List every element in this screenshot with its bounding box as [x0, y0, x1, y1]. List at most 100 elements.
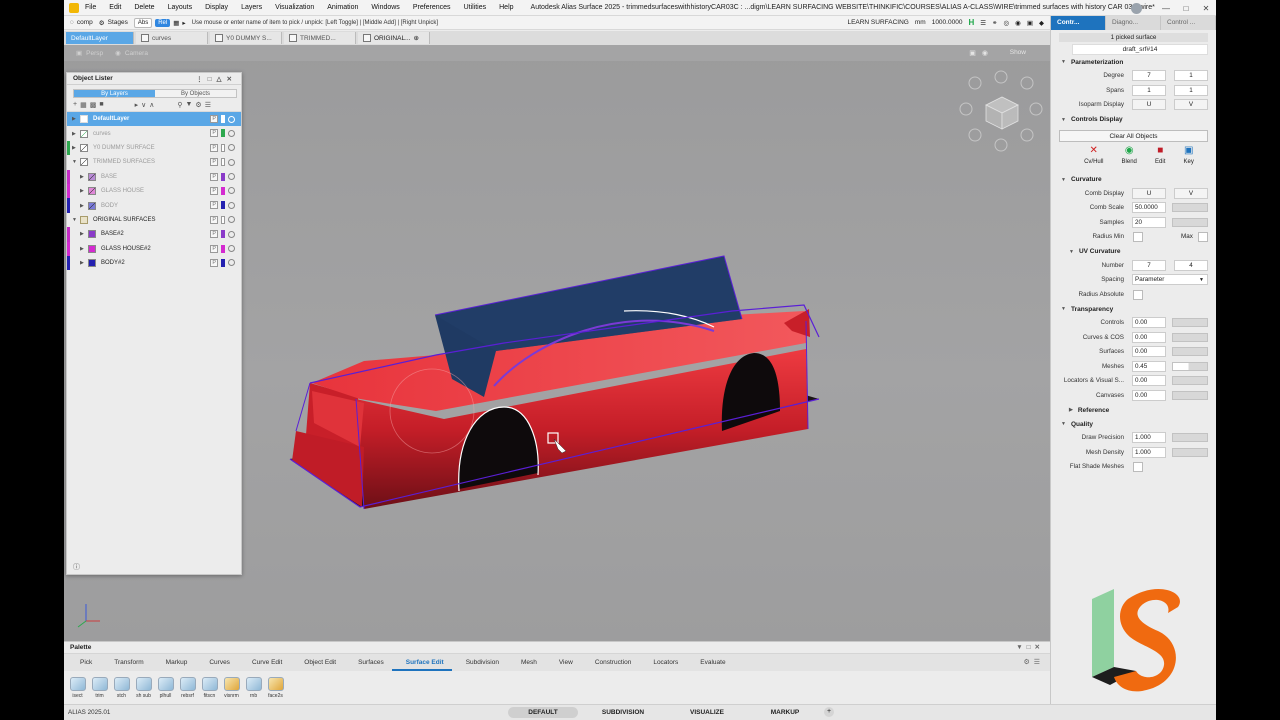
menu-layers[interactable]: Layers	[241, 4, 262, 11]
draw-precision-field[interactable]: 1.000	[1132, 432, 1166, 443]
comp-button[interactable]: ◌ comp	[70, 19, 93, 26]
menu-help[interactable]: Help	[499, 4, 513, 11]
new-folder-icon[interactable]: ▦	[80, 101, 87, 109]
filter-icon[interactable]: ▼	[185, 101, 192, 108]
search-icon[interactable]: ⚲	[177, 101, 182, 109]
grid-icon[interactable]: ▦	[173, 19, 179, 27]
layer-visibility-icon[interactable]	[228, 144, 235, 152]
tab-control-2[interactable]: Control ...	[1161, 16, 1216, 30]
tool-trim[interactable]: trim	[90, 677, 109, 699]
link-icon[interactable]: ⚭	[992, 19, 997, 27]
palette-tab-subdivision[interactable]: Subdivision	[452, 654, 507, 671]
layer-row-body-2[interactable]: ▶ BODY#2 P	[67, 255, 241, 271]
layer-row-original-surfaces[interactable]: ▼ ORIGINAL SURFACES P	[67, 213, 241, 227]
layer-tab-defaultlayer[interactable]: DefaultLayer	[66, 32, 134, 44]
layer-state-toggle[interactable]: P	[210, 244, 218, 253]
car-model[interactable]	[289, 255, 820, 510]
expand-arrow-icon[interactable]: ▶	[80, 260, 88, 266]
palette-tab-mesh[interactable]: Mesh	[507, 654, 545, 671]
meshes-field[interactable]: 0.45	[1132, 360, 1166, 372]
tab-control-panel[interactable]: Contr...	[1051, 16, 1106, 30]
expand-arrow-icon[interactable]: ▶	[80, 246, 88, 252]
layer-row-base-2[interactable]: ▶ BASE#2 P	[67, 227, 241, 242]
layer-visibility-icon[interactable]	[228, 259, 235, 267]
layer-row-defaultlayer[interactable]: ▶ DefaultLayer P	[67, 112, 241, 127]
section-parameterization[interactable]: ▼ Parameterization	[1051, 55, 1216, 69]
layer-state-toggle[interactable]: P	[210, 172, 218, 181]
locators-field[interactable]: 0.00	[1132, 375, 1166, 386]
controls-field[interactable]: 0.00	[1132, 317, 1166, 328]
perspective-viewport[interactable]: ▣ Persp ◉ Camera ▣◉ Show Object Lister ⋮…	[64, 45, 1050, 641]
tool-sh-sub[interactable]: sh sub	[134, 677, 153, 699]
layer-row-glass-house[interactable]: ▶ GLASS HOUSE P	[67, 183, 241, 199]
number-u-field[interactable]: 7	[1132, 259, 1166, 271]
prompt-line[interactable]: Use mouse or enter name of item to pick …	[192, 20, 438, 26]
rel-toggle[interactable]: Rel	[155, 18, 171, 27]
edit-button[interactable]: ■ Edit	[1155, 145, 1165, 173]
section-quality[interactable]: ▼ Quality	[1051, 417, 1216, 431]
spacing-select[interactable]: Parameter ▼	[1132, 274, 1208, 285]
degree-u-field[interactable]: 7	[1132, 70, 1166, 81]
workspace-subdivision[interactable]: SUBDIVISION	[588, 707, 658, 718]
layer-state-toggle[interactable]: P	[210, 258, 218, 267]
by-layers-tab[interactable]: By Layers	[74, 90, 155, 97]
layer-state-toggle[interactable]: P	[210, 115, 218, 123]
close-icon[interactable]: ✕	[1196, 4, 1216, 13]
max-checkbox[interactable]	[1198, 232, 1208, 242]
tool-fitscn[interactable]: fitscn	[200, 677, 219, 699]
layer-visibility-icon[interactable]	[228, 129, 235, 137]
samples-field[interactable]: 20	[1132, 216, 1166, 228]
minimize-icon[interactable]: —	[1156, 4, 1176, 13]
radius-min-checkbox[interactable]	[1133, 232, 1143, 242]
expand-icon[interactable]: ∨	[141, 101, 146, 109]
project-name[interactable]: LEARN SURFACING	[847, 19, 908, 26]
palette-tab-transform[interactable]: Transform	[100, 654, 151, 671]
palette-tab-pick[interactable]: Pick	[64, 654, 100, 671]
surfaces-slider[interactable]	[1172, 347, 1208, 356]
layer-visibility-icon[interactable]	[228, 201, 235, 209]
flat-shade-checkbox[interactable]	[1133, 462, 1143, 472]
palette-tab-evaluate[interactable]: Evaluate	[686, 654, 733, 671]
number-v-field[interactable]: 4	[1174, 259, 1208, 271]
target-icon[interactable]: ◆	[1039, 19, 1044, 27]
duplicate-icon[interactable]: ▩	[90, 101, 97, 109]
isoparm-u-toggle[interactable]: U	[1132, 99, 1166, 110]
tool-face2s[interactable]: face2s	[266, 677, 285, 699]
controls-slider[interactable]	[1172, 318, 1208, 327]
abs-toggle[interactable]: Abs	[133, 17, 153, 28]
curves-field[interactable]: 0.00	[1132, 331, 1166, 343]
settings-icon[interactable]: ⚙	[195, 101, 201, 109]
tool-plhull[interactable]: plhull	[156, 677, 175, 699]
tool-rebsrf[interactable]: rebsrf	[178, 677, 197, 699]
section-reference[interactable]: ▶ Reference	[1051, 403, 1216, 417]
menu-icon[interactable]: ☰	[205, 101, 211, 109]
spans-v-field[interactable]: 1	[1174, 84, 1208, 96]
menu-display[interactable]: Display	[205, 4, 228, 11]
tool-stch[interactable]: stch	[112, 677, 131, 699]
layer-row-y0-dummy[interactable]: ▶ Y0 DUMMY SURFACE P	[67, 140, 241, 156]
comb-u-toggle[interactable]: U	[1132, 187, 1166, 199]
expand-arrow-icon[interactable]: ▶	[72, 116, 80, 122]
info-icon[interactable]: ⓘ	[73, 562, 80, 572]
menu-visualization[interactable]: Visualization	[275, 4, 314, 11]
expand-arrow-icon[interactable]: ▶	[80, 188, 88, 194]
expand-arrow-icon[interactable]: ▶	[80, 174, 88, 180]
palette-tab-construction[interactable]: Construction	[581, 654, 640, 671]
layer-visibility-icon[interactable]	[228, 216, 235, 224]
tool-visnrm[interactable]: visnrm	[222, 677, 241, 699]
isoparm-v-toggle[interactable]: V	[1174, 99, 1208, 110]
layer-row-curves[interactable]: ▶ curves P	[67, 126, 241, 140]
layer-state-toggle[interactable]: P	[210, 215, 218, 224]
menu-windows[interactable]: Windows	[371, 4, 399, 11]
layer-tab-y0-dummy[interactable]: Y0 DUMMY S...	[210, 32, 282, 44]
stages-button[interactable]: ⚙ Stages	[99, 19, 128, 27]
layer-row-trimmed-surfaces[interactable]: ▼ TRIMMED SURFACES P	[67, 155, 241, 169]
mesh-density-slider[interactable]	[1172, 447, 1208, 457]
viewport-persp[interactable]: ▣ Persp	[76, 49, 103, 58]
layer-row-body[interactable]: ▶ BODY P	[67, 198, 241, 213]
layer-row-glass-house-2[interactable]: ▶ GLASS HOUSE#2 P	[67, 241, 241, 256]
layer-tab-trimmed[interactable]: TRIMMED...	[284, 32, 356, 44]
expand-arrow-icon[interactable]: ▶	[72, 131, 80, 137]
palette-tab-curves[interactable]: Curves	[195, 654, 238, 671]
show-menu[interactable]: Show	[1010, 49, 1026, 56]
